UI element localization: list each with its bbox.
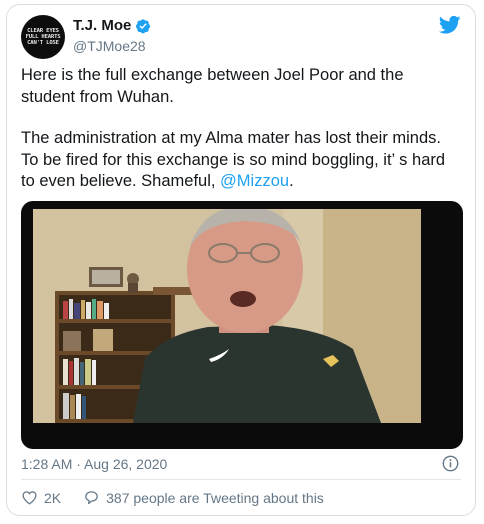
author-name-row[interactable]: T.J. Moe [73,17,151,34]
tweet-paragraph-2: The administration at my Alma mater has … [21,128,461,193]
reply-bubble-icon [85,491,98,505]
avatar[interactable]: CLEAR EYES FULL HEARTS CAN'T LOSE [21,15,65,59]
reply-text: 387 people are Tweeting about this [106,489,324,506]
info-icon[interactable] [442,455,459,472]
tweet-text: Here is the full exchange between Joel P… [21,65,461,213]
verified-badge-icon [136,18,151,33]
author-handle[interactable]: @TJMoe28 [73,38,146,54]
divider [21,479,461,480]
twitter-bird-icon[interactable] [439,15,461,35]
video-player[interactable] [21,201,463,449]
tweet-actions: 2K 387 people are Tweeting about this [21,489,324,506]
reply-button[interactable]: 387 people are Tweeting about this [83,489,324,506]
video-frame[interactable] [33,209,421,423]
video-still-image [33,209,421,423]
avatar-logo-text: CLEAR EYES FULL HEARTS CAN'T LOSE [25,28,61,46]
like-count: 2K [44,489,62,506]
tweet-paragraph-2-end: . [289,172,294,190]
tweet-card[interactable]: CLEAR EYES FULL HEARTS CAN'T LOSE T.J. M… [6,4,476,516]
tweet-paragraph-1: Here is the full exchange between Joel P… [21,66,404,106]
like-button[interactable]: 2K [21,489,61,506]
tweet-timestamp[interactable]: 1:28 AM · Aug 26, 2020 [21,456,167,472]
author-name[interactable]: T.J. Moe [73,17,131,34]
heart-icon [22,491,37,505]
mention-link[interactable]: @Mizzou [220,172,289,190]
